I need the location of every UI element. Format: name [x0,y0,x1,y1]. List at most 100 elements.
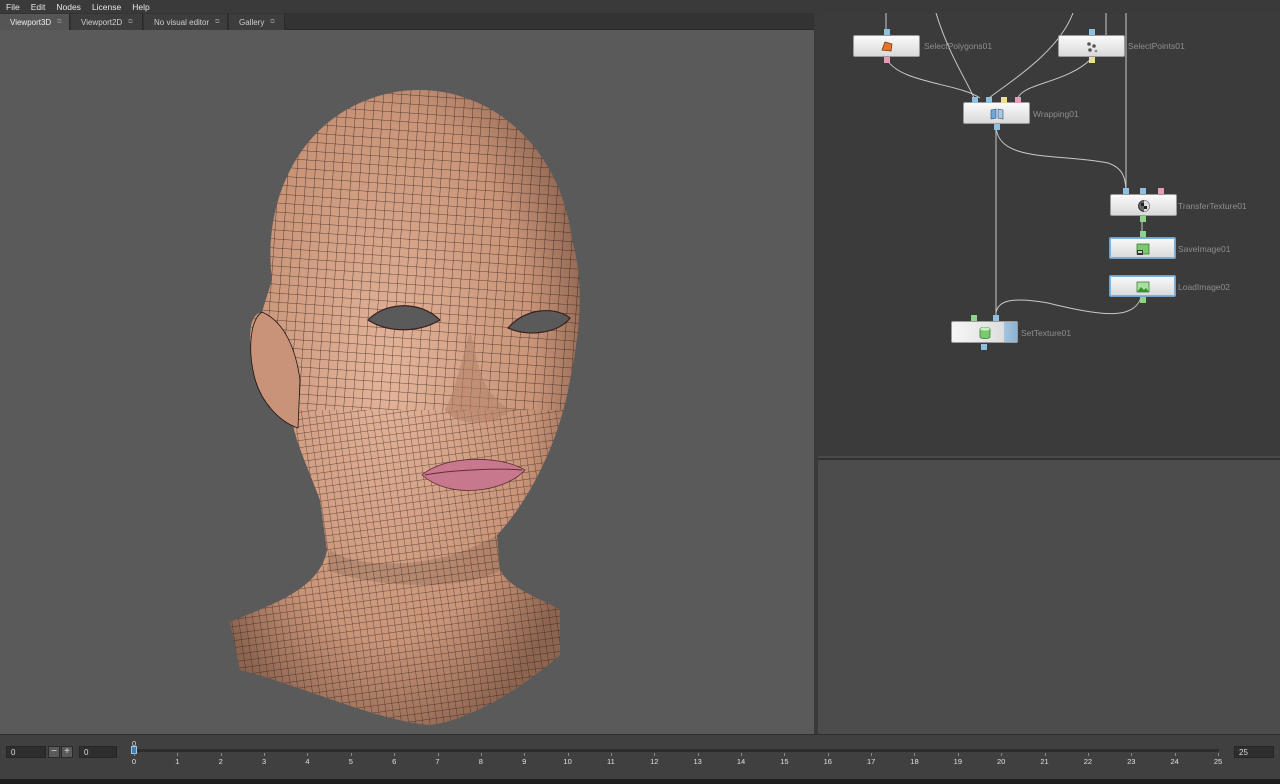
timeline-decrement-button[interactable]: − [48,746,60,758]
timeline-tick-label: 6 [392,757,397,766]
timeline-tick [394,753,396,756]
port-output[interactable] [1140,297,1146,303]
head-mesh-model [230,90,580,725]
timeline-tick [827,753,829,756]
set-texture-icon [979,327,990,339]
node-select-points[interactable] [1058,35,1125,57]
timeline-tick [741,753,743,756]
timeline-tick [220,753,222,756]
menu-help[interactable]: Help [132,2,149,12]
tab-close-icon[interactable]: ⧉ [57,19,61,26]
menu-edit[interactable]: Edit [31,2,46,12]
timeline-tick [524,753,526,756]
tab-label: Viewport3D [10,17,52,27]
timeline-tick-label: 18 [910,757,919,766]
timeline-tick [1131,753,1133,756]
timeline-tick-label: 7 [435,757,440,766]
port-input[interactable] [986,97,992,103]
port-input[interactable] [1140,188,1146,194]
timeline-tick-label: 19 [953,757,962,766]
tab-gallery[interactable]: Gallery ⧉ [229,14,285,30]
timeline-tick [697,753,699,756]
node-graph-editor[interactable]: SelectPolygons01 SelectPoints01 Wrapping… [818,13,1280,456]
timeline-tick-label: 1 [175,757,180,766]
timeline-tick [871,753,873,756]
node-connections [885,13,1143,321]
timeline-tick-label: 25 [1213,757,1223,766]
tab-close-icon[interactable]: ⧉ [128,19,132,26]
port-input[interactable] [1001,97,1007,103]
viewport-tab-bar: Viewport3D ⧉ Viewport2D ⧉ No visual editor… [0,13,814,30]
node-label-select-points: SelectPoints01 [1128,41,1185,51]
node-wrapping[interactable] [963,102,1030,124]
tab-label: Gallery [239,17,265,27]
timeline-tick-label: 8 [478,757,483,766]
timeline-tick [567,753,569,756]
port-output[interactable] [1140,216,1146,222]
timeline-tick-label: 24 [1170,757,1179,766]
tab-label: Viewport2D [81,17,123,27]
tab-no-visual-editor[interactable]: No visual editor ⧉ [144,14,228,30]
menu-nodes[interactable]: Nodes [56,2,81,12]
port-input[interactable] [971,315,977,321]
node-set-texture[interactable] [951,321,1018,343]
timeline-tick [134,753,135,756]
port-output[interactable] [981,344,987,350]
timeline-tick-label: 2 [218,757,223,766]
menu-file[interactable]: File [6,2,20,12]
timeline-tick [654,753,656,756]
timeline-track[interactable] [132,749,1219,752]
port-output[interactable] [884,57,890,63]
save-image-icon [1136,243,1149,255]
timeline-increment-button[interactable]: + [61,746,73,758]
node-label-wrapping: Wrapping01 [1033,109,1079,119]
node-select-polygons[interactable] [853,35,920,57]
timeline-tick [914,753,916,756]
port-input[interactable] [972,97,978,103]
port-input[interactable] [1123,188,1129,194]
port-input[interactable] [1140,231,1146,237]
timeline-tick-label: 0 [131,757,137,766]
tab-viewport3d[interactable]: Viewport3D ⧉ [0,14,70,30]
timeline-tick-label: 16 [823,757,832,766]
tab-viewport2d[interactable]: Viewport2D ⧉ [71,14,143,30]
timeline-tick-label: 11 [607,757,615,766]
timeline-start-field[interactable]: 0 [6,746,46,758]
tab-label: No visual editor [154,17,210,27]
timeline-tick-label: 5 [348,757,353,766]
viewport-3d-canvas[interactable] [0,30,814,734]
timeline-tick-label: 17 [866,757,876,766]
timeline-tick-label: 23 [1127,757,1136,766]
node-label-set-texture: SetTexture01 [1021,328,1072,338]
port-input[interactable] [993,315,999,321]
timeline-tick [1174,753,1176,756]
port-input[interactable] [1015,97,1021,103]
timeline-tick-label: 9 [522,757,527,766]
port-input[interactable] [884,29,890,35]
tab-close-icon[interactable]: ⧉ [215,19,219,26]
properties-panel [818,458,1280,734]
menu-bar: File Edit Nodes License Help [0,0,1280,13]
load-image-icon [1136,281,1149,293]
timeline-step-field[interactable]: 0 [79,746,117,758]
tab-close-icon[interactable]: ⧉ [270,19,274,26]
wrapping-icon [990,108,1003,120]
timeline-tick-label: 13 [693,757,702,766]
timeline-tick-label: 15 [780,757,789,766]
viewport-panel: Viewport3D ⧉ Viewport2D ⧉ No visual editor… [0,13,814,734]
timeline-tick-label: 3 [261,757,267,766]
port-input[interactable] [1089,29,1095,35]
port-output[interactable] [1089,57,1095,63]
timeline-tick [1087,753,1089,756]
node-save-image[interactable] [1109,237,1176,259]
node-load-image[interactable] [1109,275,1176,297]
timeline-tick [264,753,266,756]
timeline-tick [307,753,309,756]
node-transfer-texture[interactable] [1110,194,1177,216]
port-input[interactable] [1158,188,1164,194]
port-output[interactable] [994,124,1000,130]
timeline-tick [784,753,786,756]
timeline-end-field[interactable]: 25 [1234,746,1274,758]
menu-license[interactable]: License [92,2,121,12]
timeline-tick [1044,753,1046,756]
